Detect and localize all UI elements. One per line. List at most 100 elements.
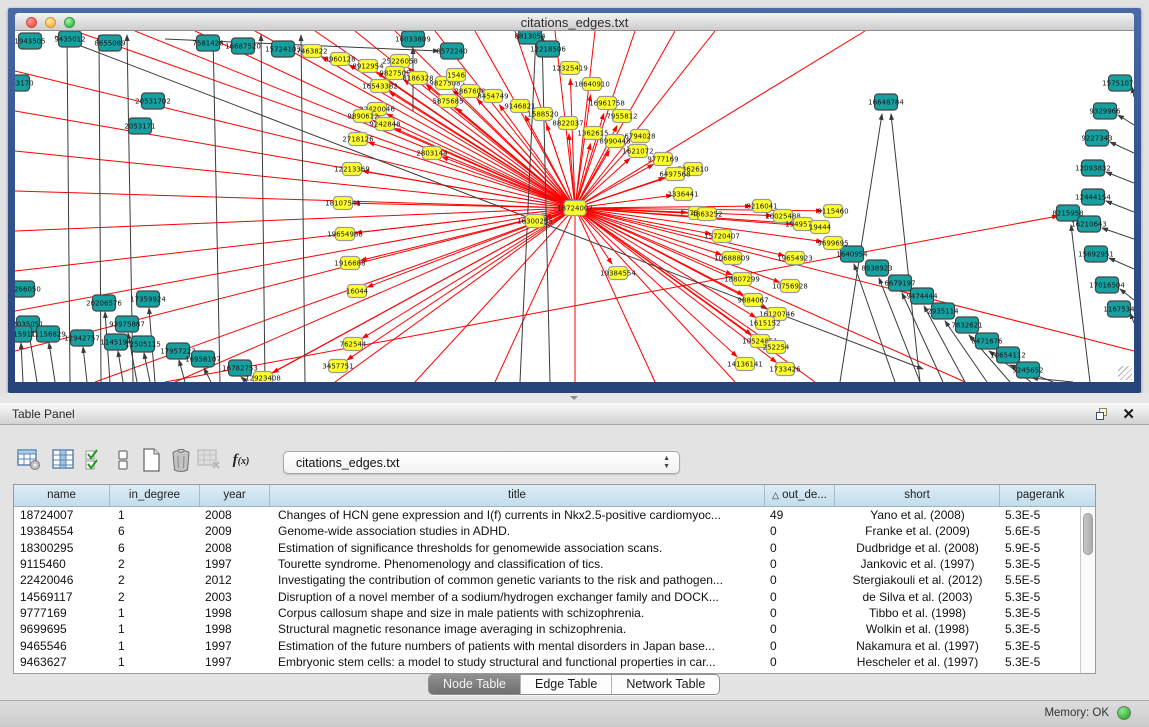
delete-table-button-disabled	[196, 447, 222, 473]
show-column-button[interactable]	[50, 447, 76, 473]
graph-node-selected[interactable]: 7955812	[606, 110, 637, 123]
splitter-handle-icon[interactable]	[570, 396, 578, 400]
graph-node-selected[interactable]: 252254	[763, 341, 790, 354]
resize-grip[interactable]	[1118, 366, 1132, 380]
graph-node-unselected[interactable]: 9435012	[54, 31, 85, 47]
graph-node-selected[interactable]: 2718126	[342, 133, 374, 146]
graph-node-selected[interactable]: 762544	[340, 338, 367, 351]
graph-node-selected[interactable]: 16543382	[362, 80, 398, 93]
graph-node-unselected[interactable]: 8471676	[971, 333, 1003, 349]
create-column-button[interactable]	[138, 447, 164, 473]
graph-node-unselected[interactable]: 16648784	[868, 94, 904, 110]
graph-node-selected[interactable]: 19654988	[327, 228, 363, 241]
graph-node-selected[interactable]: 9115460	[817, 205, 848, 218]
graph-node-selected[interactable]: 8960128	[324, 53, 355, 66]
graph-node-selected[interactable]: 15720407	[704, 230, 740, 243]
table-settings-button[interactable]	[16, 447, 42, 473]
graph-node-selected[interactable]: 1546	[447, 69, 466, 82]
tab-node-table[interactable]: Node Table	[429, 675, 521, 694]
network-graph-canvas[interactable]: 1603380985722408813054122185061664878415…	[15, 31, 1134, 382]
graph-node-unselected[interactable]: 8655089	[94, 35, 125, 51]
float-panel-icon[interactable]	[1096, 408, 1109, 421]
table-cell: Investigating the contribution of common…	[270, 572, 765, 588]
table-row[interactable]: 2242004622012Investigating the contribut…	[14, 572, 1079, 588]
svg-text:15751074: 15751074	[1102, 80, 1134, 88]
column-header-short[interactable]: short	[835, 485, 1000, 506]
graph-node-selected[interactable]: 18807299	[724, 273, 760, 286]
graph-node-unselected[interactable]: 15751074	[1102, 75, 1134, 91]
graph-node-unselected[interactable]: 17359924	[130, 291, 166, 307]
table-row[interactable]: 911546021997Tourette syndrome. Phenomeno…	[14, 556, 1079, 572]
table-row[interactable]: 1938455462009Genome-wide association stu…	[14, 523, 1079, 539]
table-row[interactable]: 946362711997Embryonic stem cells: a mode…	[14, 654, 1079, 670]
graph-node-selected[interactable]: 18640910	[574, 78, 610, 91]
graph-node-selected[interactable]: 10688809	[714, 252, 750, 265]
graph-node-unselected[interactable]: 2053170	[15, 75, 34, 91]
graph-node-unselected[interactable]: 7832621	[951, 317, 982, 333]
graph-node-selected[interactable]: 18107541	[325, 197, 361, 210]
column-header-year[interactable]: year	[200, 485, 270, 506]
column-header-in_degree[interactable]: in_degree	[110, 485, 200, 506]
citation-network-graph: 1603380985722408813054122185061664878415…	[15, 31, 1134, 382]
graph-node-unselected[interactable]: 25266050	[15, 281, 41, 297]
svg-text:9146821: 9146821	[504, 103, 535, 111]
function-builder-button[interactable]: f(x)	[228, 447, 254, 473]
graph-node-selected[interactable]: 12213369	[334, 163, 370, 176]
graph-node-unselected[interactable]: 17016504	[1089, 277, 1125, 293]
graph-node-unselected[interactable]: 9474444	[906, 288, 938, 304]
graph-node-unselected[interactable]: 16033809	[395, 31, 431, 47]
close-panel-icon[interactable]: ✕	[1122, 405, 1135, 423]
delete-column-button[interactable]	[168, 447, 194, 473]
graph-node-unselected[interactable]: 12093832	[1075, 160, 1111, 176]
column-header-name[interactable]: name	[14, 485, 110, 506]
graph-node-unselected[interactable]: 12444154	[1075, 189, 1111, 205]
graph-node-selected[interactable]: 3457751	[322, 360, 353, 373]
graph-node-selected[interactable]: 14136141	[727, 358, 763, 371]
tab-edge-table[interactable]: Edge Table	[521, 675, 612, 694]
table-cell: Stergiakouli et al. (2012)	[835, 572, 1000, 588]
graph-node-unselected[interactable]: 9227343	[1081, 130, 1112, 146]
panel-splitter[interactable]	[0, 393, 1149, 403]
column-header-pagerank[interactable]: pagerank	[1000, 485, 1081, 506]
status-bar: Memory: OK	[0, 700, 1149, 727]
graph-node-unselected[interactable]: 93975887	[109, 316, 145, 332]
graph-node-unselected[interactable]: 20531702	[135, 93, 171, 109]
graph-node-selected[interactable]: 16044	[346, 285, 369, 298]
svg-text:7955812: 7955812	[606, 113, 637, 121]
graph-node-selected[interactable]: 1916688	[334, 257, 365, 270]
graph-node-selected[interactable]: 2336441	[667, 188, 698, 201]
table-row[interactable]: 1830029562008Estimation of significance …	[14, 540, 1079, 556]
window-titlebar[interactable]: citations_edges.txt	[15, 13, 1134, 31]
graph-node-unselected[interactable]: 16687520	[225, 38, 261, 54]
table-row[interactable]: 946554611997Estimation of the future num…	[14, 638, 1079, 654]
table-cell: 9115460	[14, 556, 110, 572]
table-selector-combobox[interactable]: citations_edges.txt ▲▼	[283, 451, 680, 474]
graph-node-unselected[interactable]: 9245652	[1012, 362, 1043, 378]
table-row[interactable]: 969969511998Structural magnetic resonanc…	[14, 621, 1079, 637]
graph-node-unselected[interactable]: 2935114	[927, 303, 959, 319]
table-row[interactable]: 1456911722003Disruption of a novel membe…	[14, 589, 1079, 605]
graph-node-selected[interactable]: 25226058	[382, 55, 418, 68]
graph-node-unselected[interactable]: 2053171	[124, 118, 155, 134]
graph-node-selected[interactable]: 1733426	[769, 363, 801, 376]
svg-text:2053170: 2053170	[15, 80, 34, 88]
table-row[interactable]: 1872400712008Changes of HCN gene express…	[14, 507, 1079, 523]
graph-node-unselected[interactable]: 15692951	[1078, 246, 1114, 262]
graph-node-unselected[interactable]: 9329966	[1089, 103, 1121, 119]
select-columns-button[interactable]	[82, 447, 108, 473]
column-header-out_de[interactable]: △out_de...	[765, 485, 835, 506]
graph-node-unselected[interactable]: 8572240	[436, 43, 467, 59]
graph-node-unselected[interactable]: 1167534	[1103, 301, 1134, 317]
row-height-button[interactable]	[110, 447, 136, 473]
graph-node-selected[interactable]: 12325419	[552, 62, 588, 75]
graph-node-unselected[interactable]: 7581426	[192, 35, 224, 51]
tab-network-table[interactable]: Network Table	[612, 675, 719, 694]
graph-node-selected[interactable]: 19444	[809, 221, 832, 234]
vertical-scrollbar[interactable]	[1080, 507, 1095, 673]
graph-node-unselected[interactable]: 1943505	[15, 33, 46, 49]
table-row[interactable]: 977716911998Corpus callosum shape and si…	[14, 605, 1079, 621]
scrollbar-thumb[interactable]	[1083, 513, 1093, 555]
column-header-title[interactable]: title	[270, 485, 765, 506]
graph-node-unselected[interactable]: 8938923	[861, 260, 892, 276]
graph-node-selected[interactable]: 16961758	[589, 97, 625, 110]
